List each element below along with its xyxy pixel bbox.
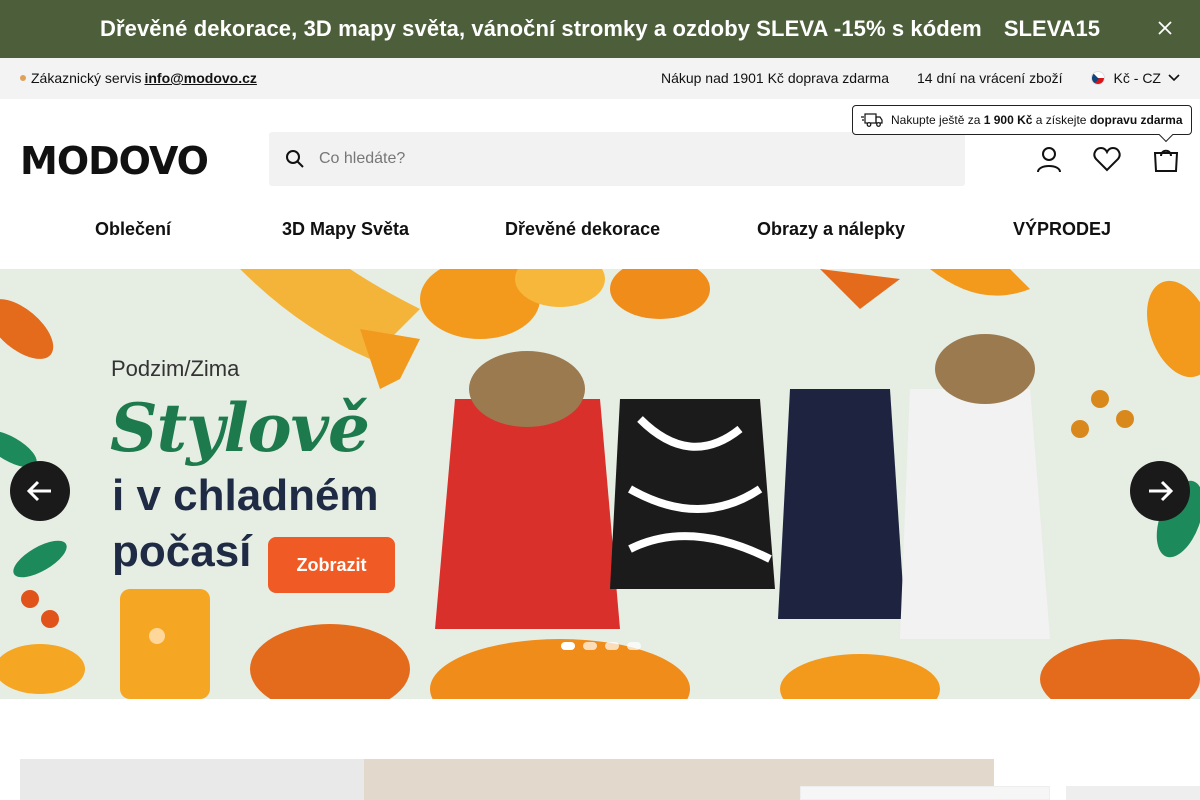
returns-info: 14 dní na vrácení zboží [917,70,1063,86]
service-label: Zákaznický servis [31,70,142,86]
carousel-dot[interactable] [583,642,597,650]
info-bar: Zákaznický servis info@modovo.cz Nákup n… [0,58,1200,99]
search-input[interactable] [319,150,919,168]
tooltip-prefix: Nakupte ještě za [891,113,981,127]
czech-flag-icon [1090,71,1105,85]
nav-item-vyprodej[interactable]: VÝPRODEJ [1013,219,1111,240]
nav-item-obleceni[interactable]: Oblečení [95,219,171,240]
carousel-dot[interactable] [605,642,619,650]
main-nav: Oblečení 3D Mapy Světa Dřevěné dekorace … [0,199,1200,269]
free-shipping-tooltip: Nakupte ještě za 1 900 Kč a získejte dop… [852,105,1192,143]
promo-card-image[interactable] [800,786,1050,800]
heart-icon[interactable] [1092,144,1122,174]
arrow-right-icon [1149,480,1173,502]
nav-item-drevene-dekorace[interactable]: Dřevěné dekorace [505,219,660,240]
nav-item-obrazy[interactable]: Obrazy a nálepky [757,219,905,240]
chevron-down-icon [1168,74,1180,82]
search-bar [269,132,965,186]
content-preview [0,699,1200,800]
promo-text: Dřevěné dekorace, 3D mapy světa, vánoční… [99,16,982,41]
search-icon[interactable] [285,149,305,169]
logo[interactable]: MODOVO [20,139,209,183]
carousel-prev-button[interactable] [10,461,70,521]
hero-subtitle: Podzim/Zima [111,356,240,381]
arrow-left-icon [27,480,51,502]
hero-line-3: počasí [112,527,252,576]
status-dot-icon [20,75,26,81]
tooltip-middle: a získejte [1035,113,1087,127]
hero-title: Stylově [110,389,370,467]
carousel-next-button[interactable] [1130,461,1190,521]
currency-label: Kč - CZ [1113,70,1161,86]
tooltip-amount: 1 900 Kč [983,113,1033,127]
header: MODOVO Nakupte ještě za 1 900 Kč a získe… [0,99,1200,199]
truck-icon [861,113,883,127]
close-icon[interactable] [1156,19,1174,37]
promo-card-image[interactable] [1066,786,1200,800]
nav-item-3d-mapy[interactable]: 3D Mapy Světa [282,219,409,240]
shipping-info: Nákup nad 1901 Kč doprava zdarma [660,70,889,86]
promo-bar: Dřevěné dekorace, 3D mapy světa, vánoční… [0,0,1200,58]
user-icon[interactable] [1034,144,1064,174]
hero-cta-button[interactable]: Zobrazit [268,537,395,593]
tooltip-end: dopravu zdarma [1089,113,1183,127]
carousel-dot[interactable] [561,642,575,650]
carousel-dots [561,642,641,650]
tooltip-arrow [1158,127,1174,143]
hero-banner[interactable]: Podzim/Zima Stylově i v chladném počasí … [0,269,1200,699]
promo-code: SLEVA15 [1003,16,1101,41]
hero-line-2: i v chladném [112,471,379,520]
customer-service: Zákaznický servis info@modovo.cz [20,70,257,86]
info-right: Nákup nad 1901 Kč doprava zdarma 14 dní … [633,70,1180,86]
currency-selector[interactable]: Kč - CZ [1090,70,1180,86]
carousel-dot[interactable] [627,642,641,650]
cart-bag-icon[interactable] [1151,144,1181,174]
promo-card-image[interactable] [20,759,364,800]
service-email-link[interactable]: info@modovo.cz [144,70,256,86]
